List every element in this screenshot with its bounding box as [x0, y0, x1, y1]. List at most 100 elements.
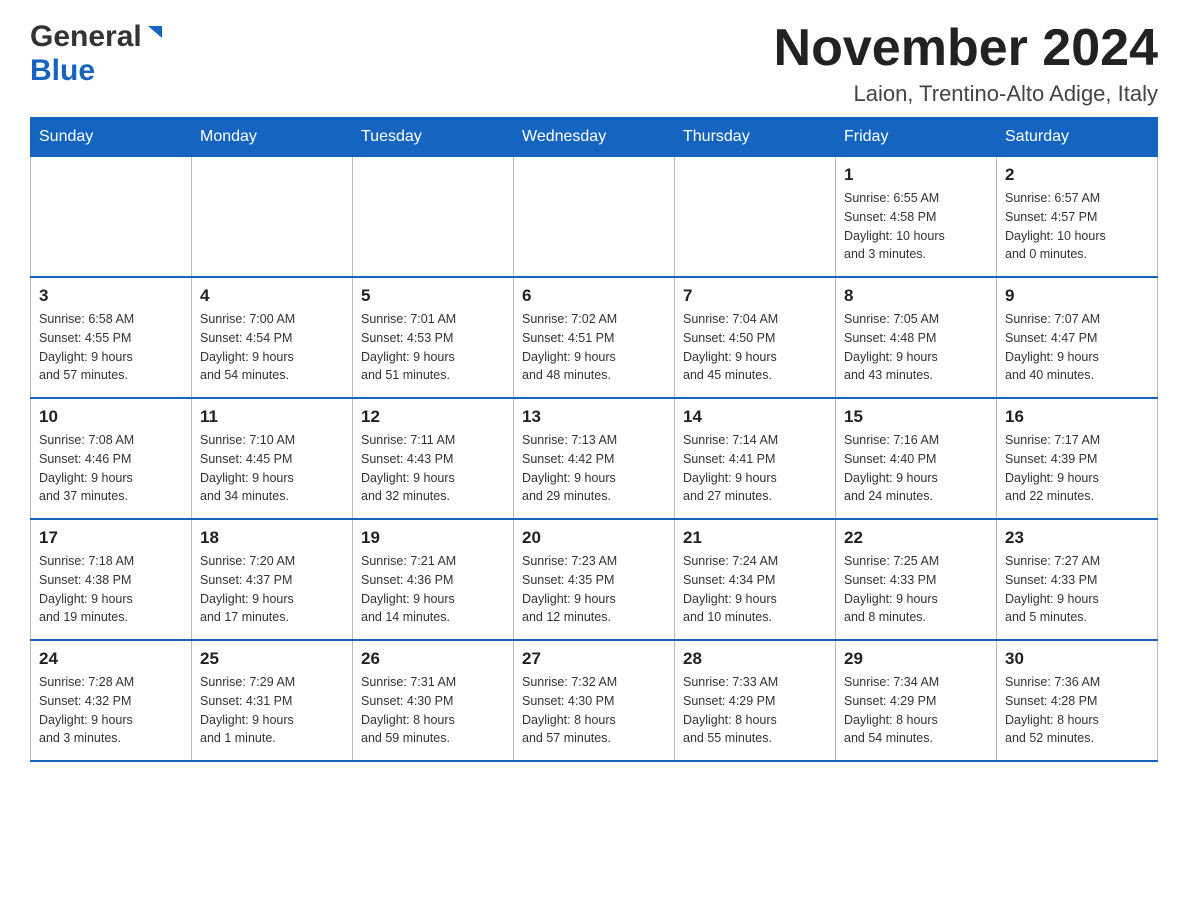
weekday-header-thursday: Thursday [675, 118, 836, 157]
page-header: General Blue November 2024 Laion, Trenti… [30, 20, 1158, 107]
calendar-cell: 13 Sunrise: 7:13 AM Sunset: 4:42 PM Dayli… [514, 398, 675, 519]
day-number: 19 [361, 528, 505, 548]
calendar-cell: 6 Sunrise: 7:02 AM Sunset: 4:51 PM Daylig… [514, 277, 675, 398]
day-info: Sunrise: 7:27 AM Sunset: 4:33 PM Dayligh… [1005, 552, 1149, 627]
day-number: 26 [361, 649, 505, 669]
day-info: Sunrise: 7:16 AM Sunset: 4:40 PM Dayligh… [844, 431, 988, 506]
calendar-cell: 28 Sunrise: 7:33 AM Sunset: 4:29 PM Dayli… [675, 640, 836, 761]
calendar-cell: 11Sunrise: 7:10 AM Sunset: 4:45 PM Dayli… [192, 398, 353, 519]
calendar-cell: 10 Sunrise: 7:08 AM Sunset: 4:46 PM Dayli… [31, 398, 192, 519]
calendar-cell: 2 Sunrise: 6:57 AM Sunset: 4:57 PM Daylig… [997, 157, 1158, 278]
day-number: 14 [683, 407, 827, 427]
calendar-cell: 8 Sunrise: 7:05 AM Sunset: 4:48 PM Daylig… [836, 277, 997, 398]
day-info: Sunrise: 7:08 AM Sunset: 4:46 PM Dayligh… [39, 431, 183, 506]
day-info: Sunrise: 7:14 AM Sunset: 4:41 PM Dayligh… [683, 431, 827, 506]
calendar-cell: 27 Sunrise: 7:32 AM Sunset: 4:30 PM Dayli… [514, 640, 675, 761]
weekday-header-sunday: Sunday [31, 118, 192, 157]
day-number: 10 [39, 407, 183, 427]
day-number: 23 [1005, 528, 1149, 548]
day-info: Sunrise: 7:34 AM Sunset: 4:29 PM Dayligh… [844, 673, 988, 748]
day-number: 25 [200, 649, 344, 669]
day-number: 2 [1005, 165, 1149, 185]
calendar-cell: 3Sunrise: 6:58 AM Sunset: 4:55 PM Daylig… [31, 277, 192, 398]
day-info: Sunrise: 7:01 AM Sunset: 4:53 PM Dayligh… [361, 310, 505, 385]
calendar-cell: 17Sunrise: 7:18 AM Sunset: 4:38 PM Dayli… [31, 519, 192, 640]
calendar-cell: 1Sunrise: 6:55 AM Sunset: 4:58 PM Daylig… [836, 157, 997, 278]
day-info: Sunrise: 7:28 AM Sunset: 4:32 PM Dayligh… [39, 673, 183, 748]
calendar-cell: 21 Sunrise: 7:24 AM Sunset: 4:34 PM Dayli… [675, 519, 836, 640]
day-number: 4 [200, 286, 344, 306]
calendar-cell: 16Sunrise: 7:17 AM Sunset: 4:39 PM Dayli… [997, 398, 1158, 519]
calendar-cell: 20 Sunrise: 7:23 AM Sunset: 4:35 PM Dayli… [514, 519, 675, 640]
day-number: 11 [200, 407, 344, 427]
weekday-header-tuesday: Tuesday [353, 118, 514, 157]
day-info: Sunrise: 7:32 AM Sunset: 4:30 PM Dayligh… [522, 673, 666, 748]
day-number: 5 [361, 286, 505, 306]
weekday-header-friday: Friday [836, 118, 997, 157]
calendar-cell: 25 Sunrise: 7:29 AM Sunset: 4:31 PM Dayli… [192, 640, 353, 761]
calendar-cell [353, 157, 514, 278]
day-info: Sunrise: 7:33 AM Sunset: 4:29 PM Dayligh… [683, 673, 827, 748]
title-area: November 2024 Laion, Trentino-Alto Adige… [774, 20, 1158, 107]
week-row-3: 10 Sunrise: 7:08 AM Sunset: 4:46 PM Dayli… [31, 398, 1158, 519]
calendar-cell: 22 Sunrise: 7:25 AM Sunset: 4:33 PM Dayli… [836, 519, 997, 640]
day-info: Sunrise: 7:05 AM Sunset: 4:48 PM Dayligh… [844, 310, 988, 385]
weekday-header-row: SundayMondayTuesdayWednesdayThursdayFrid… [31, 118, 1158, 157]
day-number: 6 [522, 286, 666, 306]
calendar-cell: 29 Sunrise: 7:34 AM Sunset: 4:29 PM Dayli… [836, 640, 997, 761]
calendar-cell: 5 Sunrise: 7:01 AM Sunset: 4:53 PM Daylig… [353, 277, 514, 398]
calendar-cell [514, 157, 675, 278]
calendar-cell: 7Sunrise: 7:04 AM Sunset: 4:50 PM Daylig… [675, 277, 836, 398]
calendar-cell [31, 157, 192, 278]
day-info: Sunrise: 6:57 AM Sunset: 4:57 PM Dayligh… [1005, 189, 1149, 264]
day-info: Sunrise: 7:07 AM Sunset: 4:47 PM Dayligh… [1005, 310, 1149, 385]
day-number: 29 [844, 649, 988, 669]
logo-arrow-icon [144, 22, 166, 49]
day-number: 27 [522, 649, 666, 669]
day-info: Sunrise: 7:21 AM Sunset: 4:36 PM Dayligh… [361, 552, 505, 627]
day-info: Sunrise: 7:02 AM Sunset: 4:51 PM Dayligh… [522, 310, 666, 385]
day-info: Sunrise: 6:55 AM Sunset: 4:58 PM Dayligh… [844, 189, 988, 264]
day-number: 13 [522, 407, 666, 427]
calendar-cell [192, 157, 353, 278]
logo-blue-text: Blue [30, 54, 95, 88]
calendar-cell: 12 Sunrise: 7:11 AM Sunset: 4:43 PM Dayli… [353, 398, 514, 519]
day-info: Sunrise: 7:25 AM Sunset: 4:33 PM Dayligh… [844, 552, 988, 627]
day-info: Sunrise: 7:24 AM Sunset: 4:34 PM Dayligh… [683, 552, 827, 627]
weekday-header-monday: Monday [192, 118, 353, 157]
day-info: Sunrise: 7:11 AM Sunset: 4:43 PM Dayligh… [361, 431, 505, 506]
day-info: Sunrise: 7:29 AM Sunset: 4:31 PM Dayligh… [200, 673, 344, 748]
day-info: Sunrise: 7:36 AM Sunset: 4:28 PM Dayligh… [1005, 673, 1149, 748]
day-info: Sunrise: 7:23 AM Sunset: 4:35 PM Dayligh… [522, 552, 666, 627]
calendar-table: SundayMondayTuesdayWednesdayThursdayFrid… [30, 117, 1158, 762]
calendar-cell: 24Sunrise: 7:28 AM Sunset: 4:32 PM Dayli… [31, 640, 192, 761]
day-info: Sunrise: 7:00 AM Sunset: 4:54 PM Dayligh… [200, 310, 344, 385]
day-number: 30 [1005, 649, 1149, 669]
calendar-cell: 9 Sunrise: 7:07 AM Sunset: 4:47 PM Daylig… [997, 277, 1158, 398]
day-number: 20 [522, 528, 666, 548]
day-number: 22 [844, 528, 988, 548]
day-number: 15 [844, 407, 988, 427]
weekday-header-wednesday: Wednesday [514, 118, 675, 157]
day-info: Sunrise: 7:17 AM Sunset: 4:39 PM Dayligh… [1005, 431, 1149, 506]
day-info: Sunrise: 7:13 AM Sunset: 4:42 PM Dayligh… [522, 431, 666, 506]
day-number: 9 [1005, 286, 1149, 306]
day-info: Sunrise: 7:04 AM Sunset: 4:50 PM Dayligh… [683, 310, 827, 385]
day-info: Sunrise: 7:20 AM Sunset: 4:37 PM Dayligh… [200, 552, 344, 627]
day-info: Sunrise: 7:18 AM Sunset: 4:38 PM Dayligh… [39, 552, 183, 627]
week-row-2: 3Sunrise: 6:58 AM Sunset: 4:55 PM Daylig… [31, 277, 1158, 398]
logo: General Blue [30, 20, 166, 88]
calendar-cell: 30 Sunrise: 7:36 AM Sunset: 4:28 PM Dayli… [997, 640, 1158, 761]
day-number: 12 [361, 407, 505, 427]
calendar-cell [675, 157, 836, 278]
weekday-header-saturday: Saturday [997, 118, 1158, 157]
day-number: 28 [683, 649, 827, 669]
day-info: Sunrise: 6:58 AM Sunset: 4:55 PM Dayligh… [39, 310, 183, 385]
day-number: 8 [844, 286, 988, 306]
calendar-cell: 26Sunrise: 7:31 AM Sunset: 4:30 PM Dayli… [353, 640, 514, 761]
day-number: 21 [683, 528, 827, 548]
week-row-4: 17Sunrise: 7:18 AM Sunset: 4:38 PM Dayli… [31, 519, 1158, 640]
location-title: Laion, Trentino-Alto Adige, Italy [774, 81, 1158, 107]
day-number: 18 [200, 528, 344, 548]
calendar-cell: 19 Sunrise: 7:21 AM Sunset: 4:36 PM Dayli… [353, 519, 514, 640]
